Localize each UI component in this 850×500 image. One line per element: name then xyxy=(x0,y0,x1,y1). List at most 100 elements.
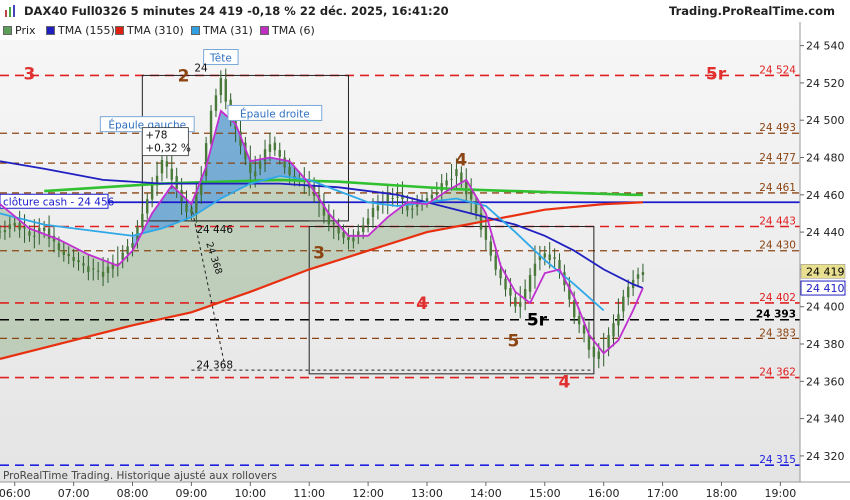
candle-body xyxy=(146,199,149,214)
candle-body xyxy=(131,242,134,248)
candle-body xyxy=(62,250,66,255)
candle-body xyxy=(494,255,497,270)
level-label: 24 461 xyxy=(759,182,796,194)
level-label: 24 383 xyxy=(759,327,796,339)
wave-label: 3 xyxy=(24,65,36,85)
candle-body xyxy=(435,192,439,195)
close-cash-label: clôture cash - 24 456 xyxy=(3,196,115,208)
measure-low-label: 24 368 xyxy=(196,359,233,371)
y-tick-label: 24 540 xyxy=(806,40,845,53)
candle-body xyxy=(577,316,581,325)
candle-body xyxy=(361,225,365,233)
x-axis[interactable]: 06:00 07:00 08:00 09:00 10:00 11:00 12:00 13:00… xyxy=(0,482,796,500)
candle-body xyxy=(165,161,169,167)
wave-label: 4 xyxy=(455,150,467,170)
candle-body xyxy=(224,79,227,102)
level-label: 24 477 xyxy=(759,152,796,164)
measure-text: +78 xyxy=(145,130,167,142)
level-label: 24 393 xyxy=(756,309,796,321)
x-tick-label: 13:00 xyxy=(411,487,443,500)
x-tick-label: 19:00 xyxy=(765,487,797,500)
candle-body xyxy=(106,266,110,274)
candle-body xyxy=(288,166,291,175)
wave-label: 4 xyxy=(558,372,570,392)
wave-label: 3 xyxy=(313,244,325,264)
level-label: 24 315 xyxy=(759,454,796,466)
footer-note: ProRealTime Trading. Historique ajusté a… xyxy=(3,470,277,482)
x-tick-label: 14:00 xyxy=(470,487,502,500)
measure-text: +0,32 % xyxy=(145,143,191,155)
candle-body xyxy=(170,168,173,180)
level-label: 24 402 xyxy=(759,292,796,304)
price-chart[interactable]: 24 52424 49324 47724 46124 44324 43024 4… xyxy=(0,0,850,500)
candle-body xyxy=(209,110,213,144)
candle-body xyxy=(553,257,556,259)
candle-body xyxy=(42,227,46,231)
candle-body xyxy=(543,253,546,258)
candle-body xyxy=(391,197,394,199)
candle-body xyxy=(627,286,630,298)
y-tick-label: 24 360 xyxy=(806,375,845,388)
x-tick-label: 08:00 xyxy=(117,487,149,500)
candle-body xyxy=(636,274,640,279)
level-label: 24 524 xyxy=(759,64,796,76)
y-axis[interactable]: 24 540 24 520 24 500 24 480 24 460 24 440 24 4… xyxy=(800,40,846,463)
candle-body xyxy=(460,172,463,182)
candle-body xyxy=(283,157,286,168)
candle-body xyxy=(425,198,429,202)
candle-body xyxy=(548,254,551,261)
tma155-price-label: 24 410 xyxy=(806,282,845,295)
candle-body xyxy=(347,236,350,241)
candle-body xyxy=(612,323,615,337)
candle-body xyxy=(150,184,154,200)
candle-body xyxy=(592,346,596,358)
candle-body xyxy=(450,178,453,180)
x-tick-label: 12:00 xyxy=(352,487,384,500)
candle-body xyxy=(528,275,532,292)
candle-body xyxy=(376,205,380,211)
measure-low-label: 24 446 xyxy=(196,224,233,236)
candle-body xyxy=(332,222,335,225)
candle-body xyxy=(160,159,164,174)
candle-body xyxy=(411,208,414,210)
candle-body xyxy=(101,271,105,277)
candle-body xyxy=(67,253,70,257)
y-tick-label: 24 380 xyxy=(806,338,845,351)
candle-body xyxy=(430,194,434,199)
wave-label: 5 xyxy=(507,331,519,351)
candle-body xyxy=(607,335,610,348)
candle-body xyxy=(386,194,389,202)
candle-body xyxy=(499,269,502,279)
candle-body xyxy=(273,142,277,151)
candle-body xyxy=(268,144,272,152)
candle-body xyxy=(0,231,2,233)
candle-body xyxy=(278,150,281,157)
candle-body xyxy=(514,297,517,307)
candle-body xyxy=(617,314,620,326)
x-tick-label: 17:00 xyxy=(647,487,679,500)
candle-body xyxy=(57,243,61,251)
x-tick-label: 16:00 xyxy=(588,487,620,500)
candle-body xyxy=(258,161,262,169)
level-label: 24 362 xyxy=(759,367,796,379)
candle-body xyxy=(519,302,522,307)
x-tick-label: 15:00 xyxy=(529,487,561,500)
wave-label: 5r xyxy=(527,311,548,331)
candle-body xyxy=(533,263,537,276)
y-tick-label: 24 520 xyxy=(806,77,845,90)
candle-body xyxy=(366,218,370,225)
candle-body xyxy=(509,288,512,296)
y-tick-label: 24 480 xyxy=(806,151,845,164)
candle-body xyxy=(254,171,257,177)
candle-body xyxy=(396,196,399,198)
candle-body xyxy=(622,296,625,312)
y-tick-label: 24 460 xyxy=(806,189,845,202)
wave-label: 5r xyxy=(706,65,727,85)
last-price-label: 24 419 xyxy=(806,265,845,278)
candle-body xyxy=(8,224,12,229)
candle-body xyxy=(185,204,188,213)
candle-body xyxy=(371,207,375,218)
candle-body xyxy=(33,235,36,237)
candle-body xyxy=(23,227,26,229)
candle-body xyxy=(597,351,600,359)
